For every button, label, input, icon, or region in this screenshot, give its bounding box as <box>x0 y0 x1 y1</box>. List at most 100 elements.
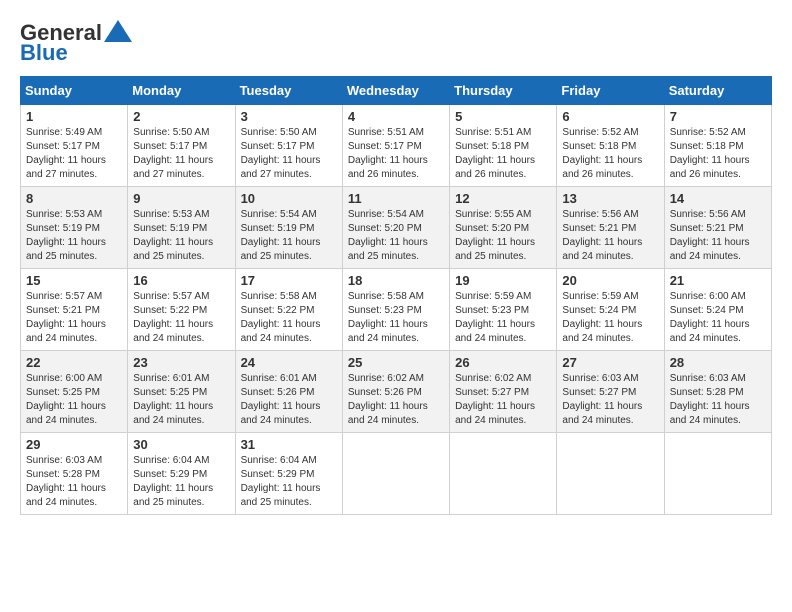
calendar-cell: 4 Sunrise: 5:51 AM Sunset: 5:17 PM Dayli… <box>342 105 449 187</box>
day-number: 11 <box>348 191 444 206</box>
day-info: Sunrise: 5:56 AM Sunset: 5:21 PM Dayligh… <box>562 208 658 264</box>
calendar-cell <box>450 433 557 515</box>
day-number: 8 <box>26 191 122 206</box>
day-number: 10 <box>241 191 337 206</box>
calendar-cell: 14 Sunrise: 5:56 AM Sunset: 5:21 PM Dayl… <box>664 187 771 269</box>
day-number: 15 <box>26 273 122 288</box>
calendar-cell: 31 Sunrise: 6:04 AM Sunset: 5:29 PM Dayl… <box>235 433 342 515</box>
day-number: 29 <box>26 437 122 452</box>
day-number: 22 <box>26 355 122 370</box>
day-info: Sunrise: 6:03 AM Sunset: 5:28 PM Dayligh… <box>670 372 766 428</box>
day-info: Sunrise: 5:52 AM Sunset: 5:18 PM Dayligh… <box>670 126 766 182</box>
day-number: 12 <box>455 191 551 206</box>
calendar-cell: 30 Sunrise: 6:04 AM Sunset: 5:29 PM Dayl… <box>128 433 235 515</box>
calendar-cell: 16 Sunrise: 5:57 AM Sunset: 5:22 PM Dayl… <box>128 269 235 351</box>
day-info: Sunrise: 5:53 AM Sunset: 5:19 PM Dayligh… <box>26 208 122 264</box>
day-info: Sunrise: 5:49 AM Sunset: 5:17 PM Dayligh… <box>26 126 122 182</box>
day-number: 21 <box>670 273 766 288</box>
weekday-header-friday: Friday <box>557 77 664 105</box>
day-info: Sunrise: 5:58 AM Sunset: 5:23 PM Dayligh… <box>348 290 444 346</box>
logo-blue: Blue <box>20 40 68 66</box>
day-info: Sunrise: 6:04 AM Sunset: 5:29 PM Dayligh… <box>241 454 337 510</box>
calendar-cell: 29 Sunrise: 6:03 AM Sunset: 5:28 PM Dayl… <box>21 433 128 515</box>
calendar-cell: 5 Sunrise: 5:51 AM Sunset: 5:18 PM Dayli… <box>450 105 557 187</box>
calendar-cell: 1 Sunrise: 5:49 AM Sunset: 5:17 PM Dayli… <box>21 105 128 187</box>
day-info: Sunrise: 5:54 AM Sunset: 5:19 PM Dayligh… <box>241 208 337 264</box>
calendar-week-3: 15 Sunrise: 5:57 AM Sunset: 5:21 PM Dayl… <box>21 269 772 351</box>
day-number: 28 <box>670 355 766 370</box>
day-number: 13 <box>562 191 658 206</box>
day-info: Sunrise: 5:53 AM Sunset: 5:19 PM Dayligh… <box>133 208 229 264</box>
day-number: 14 <box>670 191 766 206</box>
day-number: 4 <box>348 109 444 124</box>
day-info: Sunrise: 5:59 AM Sunset: 5:24 PM Dayligh… <box>562 290 658 346</box>
calendar-cell: 26 Sunrise: 6:02 AM Sunset: 5:27 PM Dayl… <box>450 351 557 433</box>
page-header: General Blue <box>20 20 772 66</box>
calendar-cell: 7 Sunrise: 5:52 AM Sunset: 5:18 PM Dayli… <box>664 105 771 187</box>
day-number: 30 <box>133 437 229 452</box>
calendar-cell <box>557 433 664 515</box>
day-number: 3 <box>241 109 337 124</box>
day-number: 6 <box>562 109 658 124</box>
calendar-cell: 6 Sunrise: 5:52 AM Sunset: 5:18 PM Dayli… <box>557 105 664 187</box>
day-number: 2 <box>133 109 229 124</box>
day-number: 5 <box>455 109 551 124</box>
calendar-cell: 12 Sunrise: 5:55 AM Sunset: 5:20 PM Dayl… <box>450 187 557 269</box>
day-info: Sunrise: 5:50 AM Sunset: 5:17 PM Dayligh… <box>133 126 229 182</box>
calendar-cell: 17 Sunrise: 5:58 AM Sunset: 5:22 PM Dayl… <box>235 269 342 351</box>
day-info: Sunrise: 6:01 AM Sunset: 5:26 PM Dayligh… <box>241 372 337 428</box>
calendar-cell: 3 Sunrise: 5:50 AM Sunset: 5:17 PM Dayli… <box>235 105 342 187</box>
calendar-table: SundayMondayTuesdayWednesdayThursdayFrid… <box>20 76 772 515</box>
weekday-header-thursday: Thursday <box>450 77 557 105</box>
day-number: 19 <box>455 273 551 288</box>
calendar-cell: 24 Sunrise: 6:01 AM Sunset: 5:26 PM Dayl… <box>235 351 342 433</box>
calendar-cell: 25 Sunrise: 6:02 AM Sunset: 5:26 PM Dayl… <box>342 351 449 433</box>
day-info: Sunrise: 5:59 AM Sunset: 5:23 PM Dayligh… <box>455 290 551 346</box>
day-number: 7 <box>670 109 766 124</box>
day-info: Sunrise: 5:52 AM Sunset: 5:18 PM Dayligh… <box>562 126 658 182</box>
logo-icon <box>104 20 132 42</box>
day-number: 23 <box>133 355 229 370</box>
calendar-cell: 11 Sunrise: 5:54 AM Sunset: 5:20 PM Dayl… <box>342 187 449 269</box>
calendar-cell: 21 Sunrise: 6:00 AM Sunset: 5:24 PM Dayl… <box>664 269 771 351</box>
day-info: Sunrise: 6:00 AM Sunset: 5:25 PM Dayligh… <box>26 372 122 428</box>
calendar-cell: 23 Sunrise: 6:01 AM Sunset: 5:25 PM Dayl… <box>128 351 235 433</box>
day-info: Sunrise: 5:54 AM Sunset: 5:20 PM Dayligh… <box>348 208 444 264</box>
day-info: Sunrise: 5:51 AM Sunset: 5:17 PM Dayligh… <box>348 126 444 182</box>
calendar-cell: 9 Sunrise: 5:53 AM Sunset: 5:19 PM Dayli… <box>128 187 235 269</box>
day-number: 1 <box>26 109 122 124</box>
day-info: Sunrise: 6:01 AM Sunset: 5:25 PM Dayligh… <box>133 372 229 428</box>
calendar-cell: 18 Sunrise: 5:58 AM Sunset: 5:23 PM Dayl… <box>342 269 449 351</box>
calendar-cell: 15 Sunrise: 5:57 AM Sunset: 5:21 PM Dayl… <box>21 269 128 351</box>
weekday-header-wednesday: Wednesday <box>342 77 449 105</box>
day-number: 25 <box>348 355 444 370</box>
day-number: 27 <box>562 355 658 370</box>
day-info: Sunrise: 6:03 AM Sunset: 5:27 PM Dayligh… <box>562 372 658 428</box>
logo: General Blue <box>20 20 132 66</box>
day-number: 9 <box>133 191 229 206</box>
day-info: Sunrise: 5:56 AM Sunset: 5:21 PM Dayligh… <box>670 208 766 264</box>
day-info: Sunrise: 6:02 AM Sunset: 5:27 PM Dayligh… <box>455 372 551 428</box>
day-info: Sunrise: 5:55 AM Sunset: 5:20 PM Dayligh… <box>455 208 551 264</box>
day-number: 20 <box>562 273 658 288</box>
day-number: 17 <box>241 273 337 288</box>
calendar-cell: 27 Sunrise: 6:03 AM Sunset: 5:27 PM Dayl… <box>557 351 664 433</box>
calendar-cell: 22 Sunrise: 6:00 AM Sunset: 5:25 PM Dayl… <box>21 351 128 433</box>
day-number: 18 <box>348 273 444 288</box>
weekday-header-monday: Monday <box>128 77 235 105</box>
calendar-cell: 28 Sunrise: 6:03 AM Sunset: 5:28 PM Dayl… <box>664 351 771 433</box>
day-info: Sunrise: 5:57 AM Sunset: 5:22 PM Dayligh… <box>133 290 229 346</box>
calendar-cell: 19 Sunrise: 5:59 AM Sunset: 5:23 PM Dayl… <box>450 269 557 351</box>
calendar-cell <box>664 433 771 515</box>
calendar-cell: 20 Sunrise: 5:59 AM Sunset: 5:24 PM Dayl… <box>557 269 664 351</box>
day-number: 24 <box>241 355 337 370</box>
day-info: Sunrise: 5:57 AM Sunset: 5:21 PM Dayligh… <box>26 290 122 346</box>
calendar-week-4: 22 Sunrise: 6:00 AM Sunset: 5:25 PM Dayl… <box>21 351 772 433</box>
day-info: Sunrise: 6:00 AM Sunset: 5:24 PM Dayligh… <box>670 290 766 346</box>
calendar-week-2: 8 Sunrise: 5:53 AM Sunset: 5:19 PM Dayli… <box>21 187 772 269</box>
calendar-cell <box>342 433 449 515</box>
weekday-header-tuesday: Tuesday <box>235 77 342 105</box>
day-number: 31 <box>241 437 337 452</box>
day-info: Sunrise: 5:50 AM Sunset: 5:17 PM Dayligh… <box>241 126 337 182</box>
calendar-cell: 8 Sunrise: 5:53 AM Sunset: 5:19 PM Dayli… <box>21 187 128 269</box>
